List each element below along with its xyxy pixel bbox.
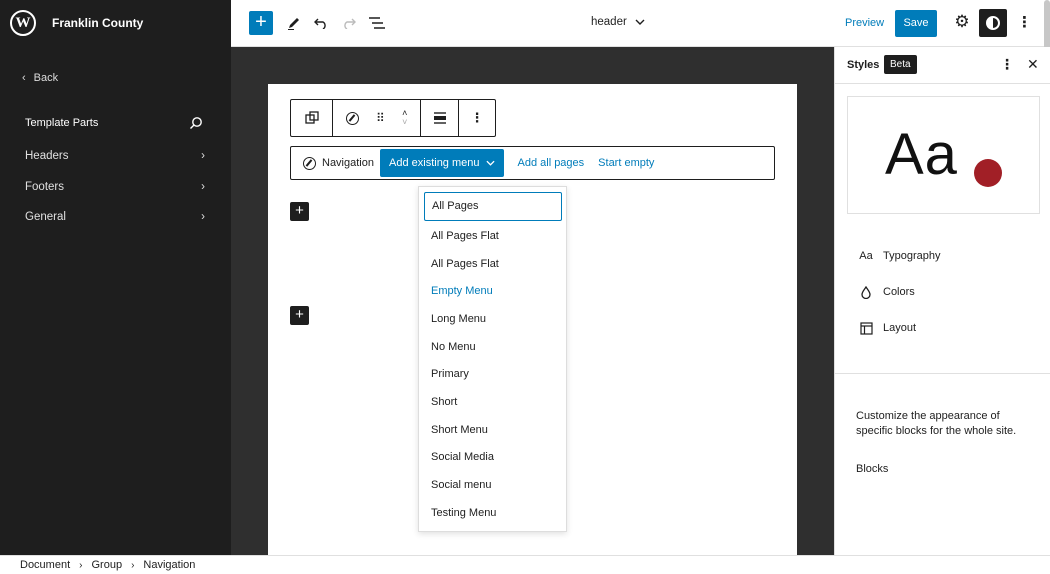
chevron-right-icon: › xyxy=(201,211,205,223)
breadcrumb-item[interactable]: Navigation xyxy=(143,559,195,571)
wordpress-logo-icon[interactable]: W xyxy=(10,10,36,36)
add-existing-menu-label: Add existing menu xyxy=(389,157,480,169)
sidebar-item-footers[interactable]: Footers › xyxy=(25,181,205,193)
layout-label: Layout xyxy=(883,322,917,334)
contrast-icon xyxy=(986,16,1000,30)
preview-color-dot xyxy=(974,159,1002,187)
editor-canvas: ⠿ ˄ ˅ ⋮ Navigation Add existing menu Add … xyxy=(268,84,797,555)
save-button[interactable]: Save xyxy=(895,10,937,37)
breadcrumb-item[interactable]: Group xyxy=(91,559,122,571)
navigation-placeholder: Navigation Add existing menu Add all pag… xyxy=(290,146,775,180)
blocks-description: Customize the appearance of specific blo… xyxy=(856,410,1017,437)
styles-toggle-button[interactable] xyxy=(979,9,1007,37)
list-view-icon[interactable] xyxy=(367,13,387,33)
styles-panel: Styles Beta ⋮ ✕ Aa Aa Typography Colors … xyxy=(834,47,1050,555)
menu-option[interactable]: Long Menu xyxy=(431,313,486,325)
sidebar-item-label: Headers xyxy=(25,150,69,162)
menu-option[interactable]: Short Menu xyxy=(431,424,488,436)
chevron-left-icon: ‹ xyxy=(22,72,26,84)
menu-option[interactable]: Social menu xyxy=(431,479,492,491)
navigation-icon xyxy=(303,156,316,170)
justification-button[interactable] xyxy=(421,100,459,136)
document-title: header xyxy=(591,16,627,28)
drag-handle-icon[interactable]: ⠿ xyxy=(376,111,385,125)
blocks-item[interactable]: Blocks xyxy=(856,463,888,475)
editor-header: + header Preview Save ⚙ ⋮ xyxy=(231,0,1050,60)
menu-option[interactable]: All Pages Flat xyxy=(431,230,499,242)
layout-item[interactable]: Layout xyxy=(859,321,916,335)
more-options-icon[interactable]: ⋮ xyxy=(1000,56,1014,73)
existing-menu-dropdown: All Pages All Pages Flat All Pages Flat … xyxy=(418,186,567,532)
close-icon[interactable]: ✕ xyxy=(1027,56,1039,73)
block-mover: ⠿ ˄ ˅ xyxy=(333,100,421,136)
colors-item[interactable]: Colors xyxy=(859,285,915,299)
menu-option[interactable]: No Menu xyxy=(431,341,476,353)
move-up-down-icon[interactable]: ˄ ˅ xyxy=(402,109,407,127)
style-preview[interactable]: Aa xyxy=(847,96,1040,214)
block-appender-plus-icon[interactable]: + xyxy=(290,202,309,221)
divider xyxy=(835,373,1050,374)
align-icon xyxy=(433,112,446,124)
transform-block-button[interactable] xyxy=(291,100,333,136)
site-sidebar: W Franklin County ‹ Back Template Parts … xyxy=(0,0,231,555)
chevron-down-icon xyxy=(485,160,495,166)
styles-panel-title: Styles xyxy=(847,59,880,71)
redo-icon[interactable] xyxy=(339,13,359,33)
typography-icon: Aa xyxy=(859,250,873,262)
block-appender-plus-icon[interactable]: + xyxy=(290,306,309,325)
preview-button[interactable]: Preview xyxy=(845,17,884,29)
more-options-icon[interactable]: ⋮ xyxy=(1017,13,1032,31)
sidebar-item-headers[interactable]: Headers › xyxy=(25,150,205,162)
sidebar-section-title: Template Parts xyxy=(25,117,99,129)
navigation-label: Navigation xyxy=(322,157,374,169)
sidebar-item-label: General xyxy=(25,211,66,223)
block-options-icon[interactable]: ⋮ xyxy=(459,100,495,136)
typography-item[interactable]: Aa Typography xyxy=(859,249,940,263)
typography-label: Typography xyxy=(883,250,941,262)
back-label: Back xyxy=(33,72,59,84)
layout-icon xyxy=(859,321,873,335)
sidebar-item-general[interactable]: General › xyxy=(25,211,205,223)
site-name: Franklin County xyxy=(52,16,144,30)
gear-icon[interactable]: ⚙ xyxy=(952,12,972,34)
menu-option[interactable]: Short xyxy=(431,396,457,408)
add-block-button[interactable]: + xyxy=(249,11,273,35)
block-toolbar: ⠿ ˄ ˅ ⋮ xyxy=(290,99,496,137)
chevron-down-icon xyxy=(635,19,645,25)
menu-option[interactable]: All Pages Flat xyxy=(431,258,499,270)
navigation-compass-icon xyxy=(345,111,359,125)
chevron-right-icon: › xyxy=(201,181,205,193)
beta-badge: Beta xyxy=(884,55,917,74)
preview-text: Aa xyxy=(885,122,958,187)
add-existing-menu-button[interactable]: Add existing menu xyxy=(380,149,504,177)
menu-option[interactable]: All Pages xyxy=(424,192,562,221)
navigation-label-group: Navigation xyxy=(291,156,380,170)
search-icon[interactable] xyxy=(189,116,203,130)
chevron-right-icon: › xyxy=(131,559,135,571)
menu-option[interactable]: Empty Menu xyxy=(431,285,493,297)
document-title-dropdown[interactable]: header xyxy=(591,16,645,28)
breadcrumb-item[interactable]: Document xyxy=(20,559,70,571)
colors-label: Colors xyxy=(883,286,915,298)
menu-option[interactable]: Testing Menu xyxy=(431,507,496,519)
back-button[interactable]: ‹ Back xyxy=(22,72,58,84)
transform-icon xyxy=(304,111,319,124)
chevron-right-icon: › xyxy=(201,150,205,162)
start-empty-button[interactable]: Start empty xyxy=(598,157,654,169)
sidebar-item-label: Footers xyxy=(25,181,64,193)
divider xyxy=(835,83,1050,84)
add-all-pages-button[interactable]: Add all pages xyxy=(518,157,585,169)
breadcrumb: Document › Group › Navigation xyxy=(0,555,1050,574)
menu-option[interactable]: Social Media xyxy=(431,451,494,463)
droplet-icon xyxy=(859,285,873,299)
menu-option[interactable]: Primary xyxy=(431,368,469,380)
pencil-icon[interactable] xyxy=(284,13,304,33)
undo-icon[interactable] xyxy=(311,13,331,33)
chevron-right-icon: › xyxy=(79,559,83,571)
